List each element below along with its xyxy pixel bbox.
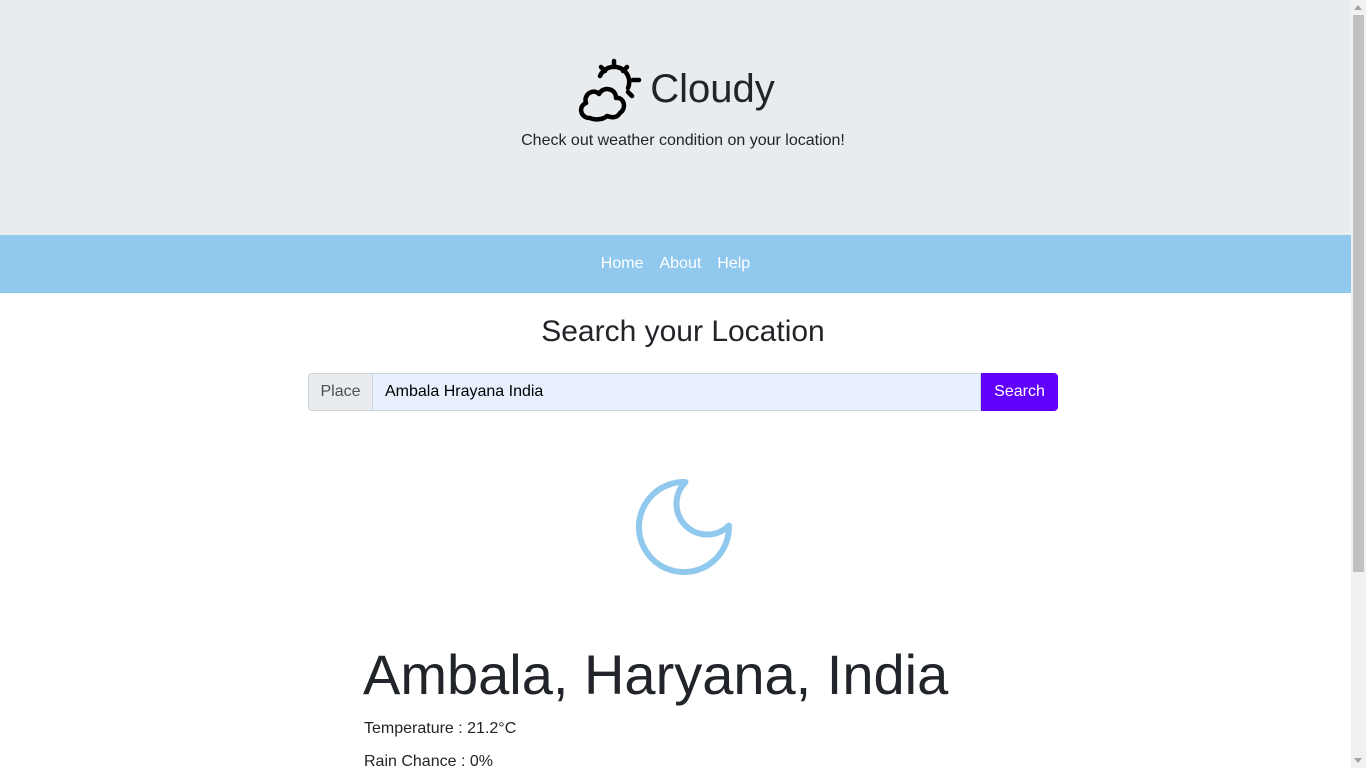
nav-help-link[interactable]: Help xyxy=(717,255,750,273)
vertical-scrollbar[interactable] xyxy=(1351,0,1366,768)
cloud-sun-icon xyxy=(579,58,642,122)
tagline: Check out weather condition on your loca… xyxy=(521,132,845,149)
place-input[interactable] xyxy=(372,373,981,411)
navbar: Home About Help xyxy=(0,235,1351,293)
nav-home-link[interactable]: Home xyxy=(601,255,644,273)
nav-about-link[interactable]: About xyxy=(659,255,701,273)
scroll-down-arrow-icon[interactable] xyxy=(1354,758,1362,763)
place-prefix-label: Place xyxy=(308,373,372,411)
rain-chance-text: Rain Chance : 0% xyxy=(364,753,493,768)
scrollbar-thumb[interactable] xyxy=(1353,15,1364,572)
search-button[interactable]: Search xyxy=(981,373,1058,411)
temperature-text: Temperature : 21.2°C xyxy=(364,720,517,737)
page: Cloudy Check out weather condition on yo… xyxy=(0,0,1351,768)
moon-icon xyxy=(635,479,732,576)
hero-header: Cloudy Check out weather condition on yo… xyxy=(0,0,1351,235)
app-title: Cloudy xyxy=(650,67,775,111)
scroll-up-arrow-icon[interactable] xyxy=(1354,5,1362,10)
search-form: Place Search xyxy=(308,373,1058,411)
location-name: Ambala, Haryana, India xyxy=(363,643,949,706)
brand: Cloudy xyxy=(0,56,1351,122)
search-heading: Search your Location xyxy=(541,315,825,348)
